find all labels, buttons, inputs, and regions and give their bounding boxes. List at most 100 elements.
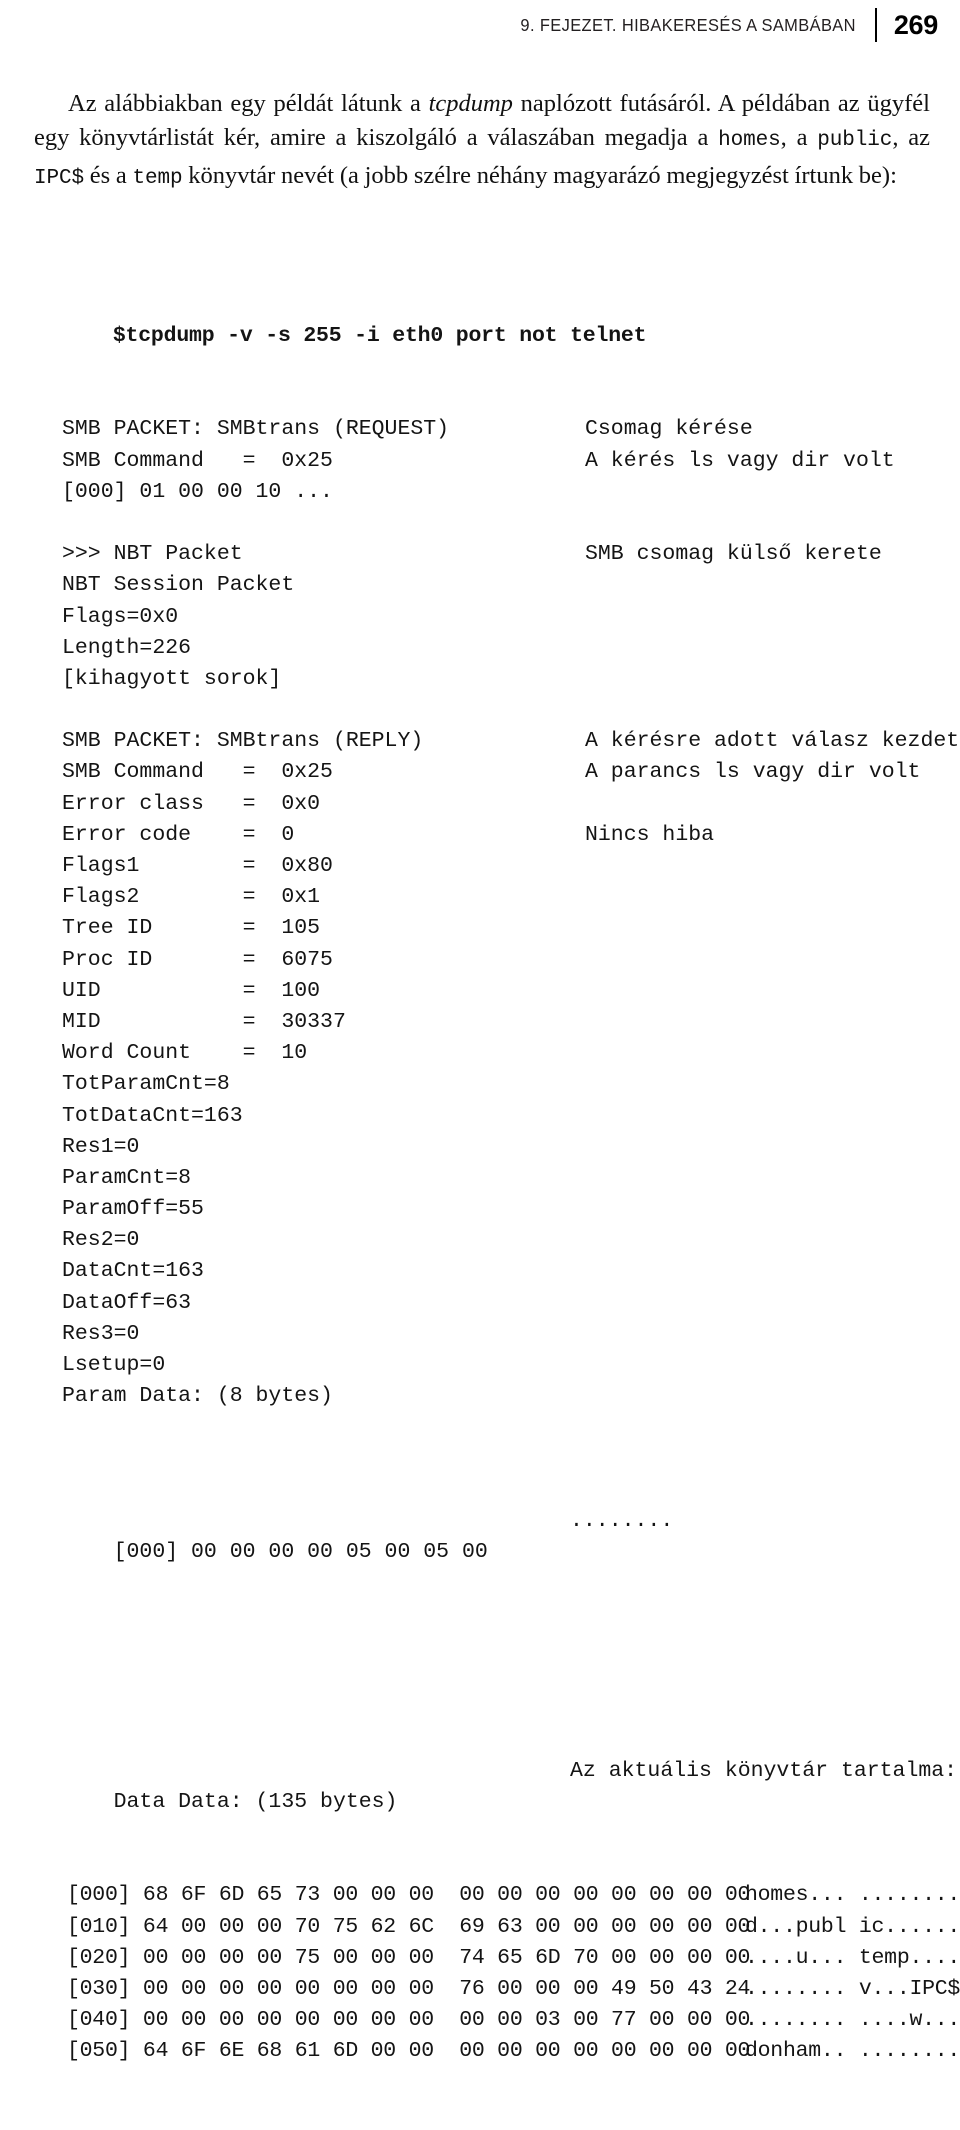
code-line-text: TotDataCnt=163: [62, 1103, 243, 1128]
code-line-text: SMB PACKET: SMBtrans (REPLY): [62, 729, 424, 754]
code-line: UID = 100: [62, 976, 960, 1007]
hexdump-ascii: donham.. ........: [745, 2039, 960, 2064]
code-line-text: SMB PACKET: SMBtrans (REQUEST): [62, 417, 450, 442]
running-head: 9. FEJEZET. HIBAKERESÉS A SAMBÁBAN 269: [499, 8, 938, 42]
code-line-text: Tree ID = 105: [62, 916, 321, 941]
hexdump-row: [040] 00 00 00 00 00 00 00 00 00 00 03 0…: [62, 2005, 960, 2036]
code-line-text: DataOff=63: [62, 1290, 192, 1315]
hexdump-ascii: homes... ........: [745, 1883, 960, 1908]
code-line-text: Proc ID = 6075: [62, 947, 333, 972]
code-line-text: DataCnt=163: [62, 1259, 204, 1284]
code-line: [kihagyott sorok]: [62, 664, 960, 695]
code-line: NBT Session Packet: [62, 570, 960, 601]
paragraph-text-segment-4: , az: [892, 124, 930, 151]
code-annotation: A parancs ls vagy dir volt: [585, 760, 921, 785]
code-line: Proc ID = 6075: [62, 945, 960, 976]
code-line: Lsetup=0: [62, 1350, 960, 1381]
code-line-text: Res3=0: [62, 1321, 140, 1346]
code-line: ParamOff=55: [62, 1194, 960, 1225]
paragraph-text-segment-3: , a: [780, 124, 818, 151]
page-number: 269: [893, 9, 938, 40]
inline-code-ipc: IPC$: [34, 166, 85, 190]
code-listing-body: SMB PACKET: SMBtrans (REQUEST) Csomag kér…: [62, 414, 960, 1412]
code-annotation: A kérés ls vagy dir volt: [585, 448, 895, 473]
hexdump-ascii: ........ ....w...: [745, 2008, 960, 2033]
code-line: Res1=0: [62, 1132, 960, 1163]
code-line-text: Error class = 0x0: [62, 791, 321, 816]
inline-code-homes: homes: [718, 129, 781, 152]
code-line-text: Res2=0: [62, 1228, 140, 1253]
hexdump-bytes: [040] 00 00 00 00 00 00 00 00 00 00 03 0…: [67, 2008, 751, 2033]
code-line-text: Flags1 = 0x80: [62, 854, 333, 879]
code-line: Error code = 0 Nincs hiba: [62, 820, 960, 851]
code-annotation: A kérésre adott válasz kezdete: [585, 729, 960, 754]
code-line: ParamCnt=8: [62, 1163, 960, 1194]
code-line-text: Lsetup=0: [62, 1353, 166, 1378]
hexdump-ascii: d...publ ic......: [745, 1914, 960, 1939]
hexdump-ascii: ........ v...IPC$: [745, 1976, 960, 2001]
paragraph-text-segment-1: Az alábbiakban egy példát látunk a: [68, 89, 429, 117]
hexdump-row: [010] 64 00 00 00 70 75 62 6C 69 63 00 0…: [62, 1912, 960, 1943]
code-line-text: ParamCnt=8: [62, 1165, 192, 1190]
code-line-text: Flags=0x0: [62, 604, 179, 629]
code-line: Tree ID = 105: [62, 913, 960, 944]
code-annotation: SMB csomag külső kerete: [585, 542, 882, 567]
code-line: SMB Command = 0x25 A kérés ls vagy dir vo…: [62, 446, 960, 477]
code-line: Flags1 = 0x80: [62, 851, 960, 882]
data-data-header-text: Data Data: (135 bytes): [113, 1789, 398, 1814]
hexdump-row: [020] 00 00 00 00 75 00 00 00 74 65 6D 7…: [62, 1943, 960, 1974]
paragraph-text-segment-6: könyvtár nevét (a jobb szélre néhány mag…: [182, 161, 897, 189]
paragraph-text-segment-5: és a: [84, 161, 133, 189]
code-line: Flags=0x0: [62, 602, 960, 633]
code-line-text: Word Count = 10: [62, 1041, 308, 1066]
code-line: Flags2 = 0x1: [62, 882, 960, 913]
code-line: Word Count = 10: [62, 1038, 960, 1069]
param-data-hex-row: [000] 00 00 00 00 05 00 05 00 ........: [62, 1506, 960, 1564]
hexdump-row: [030] 00 00 00 00 00 00 00 00 76 00 00 0…: [62, 1974, 960, 2005]
code-line: TotDataCnt=163: [62, 1101, 960, 1132]
param-data-hex-ascii: ........: [570, 1509, 674, 1534]
code-line-text: >>> NBT Packet: [62, 542, 243, 567]
code-line: TotParamCnt=8: [62, 1069, 960, 1100]
code-line-text: [000] 01 00 00 10 ...: [62, 479, 333, 504]
code-line: Length=226: [62, 633, 960, 664]
data-data-header-note: Az aktuális könyvtár tartalma:: [570, 1758, 958, 1783]
code-line: Res2=0: [62, 1225, 960, 1256]
inline-code-temp: temp: [132, 166, 183, 190]
code-line: SMB PACKET: SMBtrans (REPLY) A kérésre ad…: [62, 726, 960, 757]
code-line-text: Flags2 = 0x1: [62, 885, 321, 910]
data-data-header-row: Data Data: (135 bytes) Az aktuális könyv…: [62, 1756, 960, 1814]
code-command-text: $tcpdump -v -s 255 -i eth0 port not teln…: [112, 323, 647, 348]
chapter-title: 9. FEJEZET. HIBAKERESÉS A SAMBÁBAN: [520, 14, 856, 35]
code-line-text: UID = 100: [62, 978, 321, 1003]
hexdump-body: [000] 68 6F 6D 65 73 00 00 00 00 00 00 0…: [62, 1880, 960, 2067]
code-annotation: Csomag kérése: [585, 417, 753, 442]
code-line: DataOff=63: [62, 1288, 960, 1319]
code-line-text: SMB Command = 0x25: [62, 448, 333, 473]
param-data-hex-bytes: [000] 00 00 00 00 05 00 05 00: [113, 1540, 488, 1565]
hexdump-bytes: [020] 00 00 00 00 75 00 00 00 74 65 6D 7…: [67, 1945, 751, 1970]
code-line-text: ParamOff=55: [62, 1197, 204, 1222]
code-line: Res3=0: [62, 1319, 960, 1350]
code-line: >>> NBT Packet SMB csomag külső kerete: [62, 539, 960, 570]
tcpdump-code-listing: $tcpdump -v -s 255 -i eth0 port not teln…: [62, 196, 960, 2130]
code-line: Error class = 0x0: [62, 789, 960, 820]
hexdump-row: [000] 68 6F 6D 65 73 00 00 00 00 00 00 0…: [62, 1880, 960, 1911]
code-line-text: SMB Command = 0x25: [62, 760, 333, 785]
code-line: [000] 01 00 00 10 ...: [62, 477, 960, 508]
code-line: DataCnt=163: [62, 1256, 960, 1287]
inline-code-public: public: [817, 129, 893, 152]
code-annotation: Nincs hiba: [585, 822, 715, 847]
code-line-text: Res1=0: [62, 1134, 140, 1159]
header-divider-rule: [874, 8, 877, 42]
code-command-line: $tcpdump -v -s 255 -i eth0 port not teln…: [62, 290, 960, 348]
hexdump-row: [050] 64 6F 6E 68 61 6D 00 00 00 00 00 0…: [62, 2036, 960, 2067]
code-line-text: Error code = 0: [62, 822, 295, 847]
hexdump-bytes: [050] 64 6F 6E 68 61 6D 00 00 00 00 00 0…: [67, 2039, 751, 2064]
tcpdump-emphasis: tcpdump: [428, 89, 513, 117]
code-line-text: NBT Session Packet: [62, 573, 295, 598]
code-line-text: MID = 30337: [62, 1009, 346, 1034]
